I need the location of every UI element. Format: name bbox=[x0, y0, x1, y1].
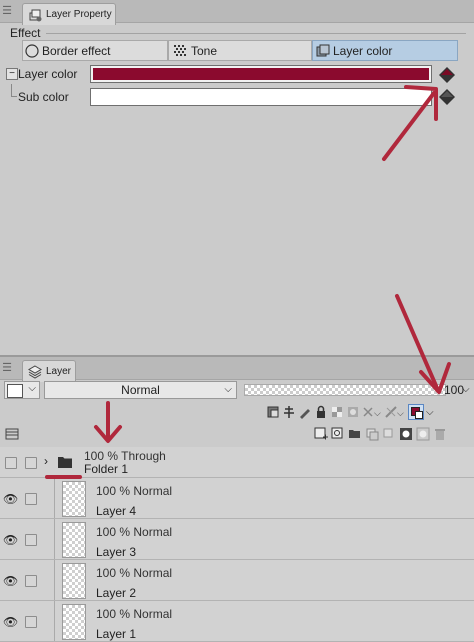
lock-checkbox[interactable] bbox=[25, 493, 37, 505]
layer-thumbnail bbox=[62, 604, 86, 640]
chevron-down-icon[interactable]: ⌵ bbox=[426, 407, 434, 418]
layer-row[interactable]: 👁 100 % Normal Layer 3 bbox=[0, 519, 474, 560]
lock-transparent-icon[interactable] bbox=[330, 405, 344, 419]
property-tab-bar: ☰ Layer Property bbox=[0, 0, 474, 25]
layer-color-label: Layer color bbox=[18, 67, 78, 81]
layers-icon bbox=[28, 364, 42, 379]
tab-layer[interactable]: Layer bbox=[22, 360, 76, 382]
lock-checkbox[interactable] bbox=[25, 616, 37, 628]
lock-checkbox[interactable] bbox=[25, 457, 37, 469]
tab-label: Layer bbox=[46, 366, 72, 377]
tone-label: Tone bbox=[191, 43, 218, 58]
tree-line bbox=[11, 84, 12, 96]
eye-icon[interactable]: 👁 bbox=[3, 615, 18, 629]
merge-down-icon[interactable] bbox=[382, 427, 396, 441]
transfer-down-icon[interactable] bbox=[365, 427, 379, 441]
layer-color-button[interactable]: Layer color bbox=[312, 40, 458, 61]
layer-name-text: Layer 2 bbox=[96, 586, 137, 600]
layer-row[interactable]: 👁 100 % Normal Layer 2 bbox=[0, 560, 474, 601]
layer-toolbar-bottom bbox=[314, 425, 474, 443]
new-vector-layer-icon[interactable] bbox=[331, 427, 345, 441]
folder-icon bbox=[58, 457, 72, 468]
folder-indent-line bbox=[54, 560, 55, 600]
border-effect-label: Border effect bbox=[42, 43, 111, 58]
lock-checkbox[interactable] bbox=[25, 534, 37, 546]
circle-outline-icon bbox=[25, 43, 39, 58]
new-folder-icon[interactable] bbox=[348, 427, 362, 441]
svg-text:⌵: ⌵ bbox=[397, 409, 404, 419]
layer-mode-text: 100 % Normal bbox=[96, 566, 173, 580]
annotation-arrow bbox=[395, 294, 451, 394]
ruler-dropdown-icon[interactable]: ⌵ bbox=[384, 405, 406, 419]
border-effect-button[interactable]: Border effect bbox=[22, 40, 168, 61]
layer-preview-dropdown[interactable]: ⌵ bbox=[4, 381, 40, 399]
effect-heading: Effect bbox=[10, 26, 41, 40]
tab-layer-property[interactable]: Layer Property bbox=[22, 3, 116, 25]
layer-color-collapse-toggle[interactable]: − bbox=[6, 68, 18, 80]
layer-color-tab-label: Layer color bbox=[333, 43, 393, 58]
panel-menu-icon[interactable]: ☰ bbox=[2, 0, 12, 22]
layer-thumbnail bbox=[62, 481, 86, 517]
layer-name-text: Layer 1 bbox=[96, 627, 137, 641]
folder-indent-line bbox=[54, 519, 55, 559]
tab-label: Layer Property bbox=[46, 9, 112, 20]
annotation-arrow bbox=[382, 85, 438, 161]
tree-line bbox=[11, 96, 17, 97]
folder-indent-line bbox=[54, 478, 55, 518]
layer-mode-text: 100 % Normal bbox=[96, 484, 173, 498]
new-raster-layer-icon[interactable] bbox=[314, 427, 328, 441]
layer-color-toggle-button[interactable] bbox=[408, 404, 424, 420]
layer-row[interactable]: 👁 100 % Normal Layer 4 bbox=[0, 478, 474, 519]
layer-thumbnail bbox=[62, 563, 86, 599]
blend-mode-select[interactable]: Normal ⌵ bbox=[44, 381, 237, 399]
layer-panel: ☰ Layer ⌵ Normal ⌵ 100 ⌵ ⌵ ⌵ ⌵ › 100 % T… bbox=[0, 294, 474, 642]
layer-name-text: Layer 4 bbox=[96, 504, 137, 518]
expand-chevron-icon[interactable]: › bbox=[44, 454, 48, 468]
opacity-spin-icon[interactable]: ⌵ bbox=[462, 381, 470, 399]
mask-dropdown-icon[interactable]: ⌵ bbox=[362, 405, 382, 419]
annotation-arrow bbox=[94, 401, 122, 443]
layer-name-text: Layer 3 bbox=[96, 545, 137, 559]
layer-row[interactable]: 👁 100 % Normal Layer 1 bbox=[0, 601, 474, 642]
mask-enable-icon[interactable] bbox=[346, 405, 360, 419]
eye-icon[interactable]: 👁 bbox=[3, 533, 18, 547]
layer-toolbar-top: ⌵ ⌵ ⌵ bbox=[266, 403, 474, 421]
clip-layer-icon[interactable] bbox=[266, 405, 280, 419]
lock-icon[interactable] bbox=[314, 405, 328, 419]
draft-layer-icon[interactable] bbox=[298, 405, 312, 419]
svg-text:⌵: ⌵ bbox=[374, 409, 381, 419]
reference-layer-icon[interactable] bbox=[282, 405, 296, 419]
delete-layer-icon[interactable] bbox=[433, 427, 447, 441]
layer-thumbnail bbox=[62, 522, 86, 558]
chevron-down-icon: ⌵ bbox=[28, 383, 36, 394]
layer-mode-text: 100 % Through bbox=[84, 449, 166, 463]
layer-mode-text: 100 % Normal bbox=[96, 525, 173, 539]
tone-button[interactable]: Tone bbox=[168, 40, 312, 61]
eye-icon[interactable]: 👁 bbox=[3, 492, 18, 506]
folder-indent-line bbox=[54, 601, 55, 641]
chevron-down-icon: ⌵ bbox=[224, 384, 232, 395]
sub-color-label: Sub color bbox=[18, 90, 69, 104]
layer-name-text: Folder 1 bbox=[84, 462, 129, 476]
create-mask-icon[interactable] bbox=[399, 427, 413, 441]
annotation-underline bbox=[45, 475, 82, 479]
panel-menu-icon[interactable]: ☰ bbox=[2, 357, 12, 379]
apply-mask-icon[interactable] bbox=[416, 427, 430, 441]
eye-icon[interactable]: 👁 bbox=[3, 574, 18, 588]
effect-divider bbox=[46, 33, 466, 34]
layer-color-icon bbox=[316, 44, 330, 56]
layer-property-icon bbox=[29, 9, 42, 21]
blend-mode-value: Normal bbox=[121, 383, 160, 397]
layer-list-icon[interactable] bbox=[5, 427, 19, 441]
visibility-checkbox[interactable] bbox=[5, 457, 17, 469]
tone-dots-icon bbox=[174, 44, 186, 56]
lock-checkbox[interactable] bbox=[25, 575, 37, 587]
layer-mode-text: 100 % Normal bbox=[96, 607, 173, 621]
